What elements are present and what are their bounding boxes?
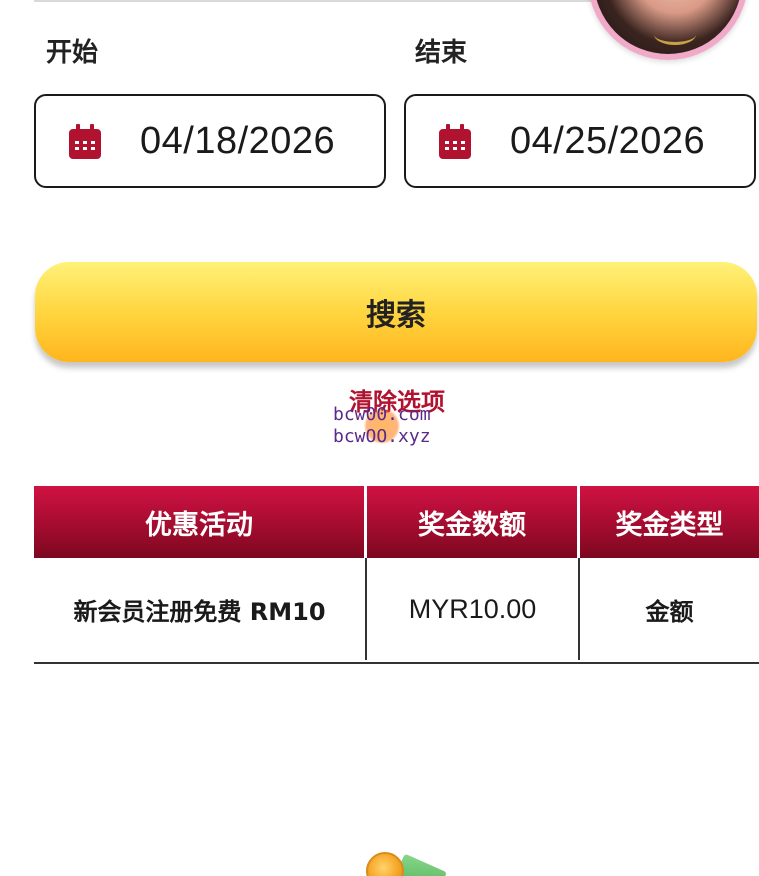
end-date-field[interactable]: 04/25/2026 bbox=[404, 94, 756, 188]
start-date-field[interactable]: 04/18/2026 bbox=[34, 94, 386, 188]
end-date-label: 结束 bbox=[415, 38, 468, 68]
watermark: bcw00.com bcwOO.xyz bbox=[333, 404, 431, 448]
watermark-line: bcwOO.xyz bbox=[333, 426, 431, 447]
search-button[interactable]: 搜索 bbox=[35, 262, 757, 362]
cell-promotion: 新会员注册免费 RM10 bbox=[34, 558, 367, 660]
start-date-value: 04/18/2026 bbox=[140, 120, 336, 162]
top-divider bbox=[34, 0, 594, 2]
header-promotion: 优惠活动 bbox=[34, 486, 367, 558]
cell-type: 金额 bbox=[645, 597, 694, 626]
calendar-icon bbox=[69, 124, 101, 159]
cell-amount: MYR10.00 bbox=[367, 558, 580, 660]
watermark-line: bcw00.com bbox=[333, 404, 431, 425]
header-amount: 奖金数额 bbox=[367, 486, 580, 558]
end-date-value: 04/25/2026 bbox=[510, 120, 706, 162]
header-type: 奖金类型 bbox=[580, 486, 759, 558]
user-avatar[interactable] bbox=[588, 0, 748, 60]
table-row: 新会员注册免费 RM10 MYR10.00 金额 bbox=[34, 558, 759, 664]
start-date-label: 开始 bbox=[46, 38, 99, 68]
table-header: 优惠活动 奖金数额 奖金类型 bbox=[34, 486, 759, 558]
promotion-table: 优惠活动 奖金数额 奖金类型 新会员注册免费 RM10 MYR10.00 金额 bbox=[34, 486, 759, 664]
promotion-history-page: 开始 结束 04/18/2026 04/25/2026 搜索 清除选项 bcw0… bbox=[0, 0, 759, 876]
coin-icon bbox=[366, 852, 404, 876]
calendar-icon bbox=[439, 124, 471, 159]
